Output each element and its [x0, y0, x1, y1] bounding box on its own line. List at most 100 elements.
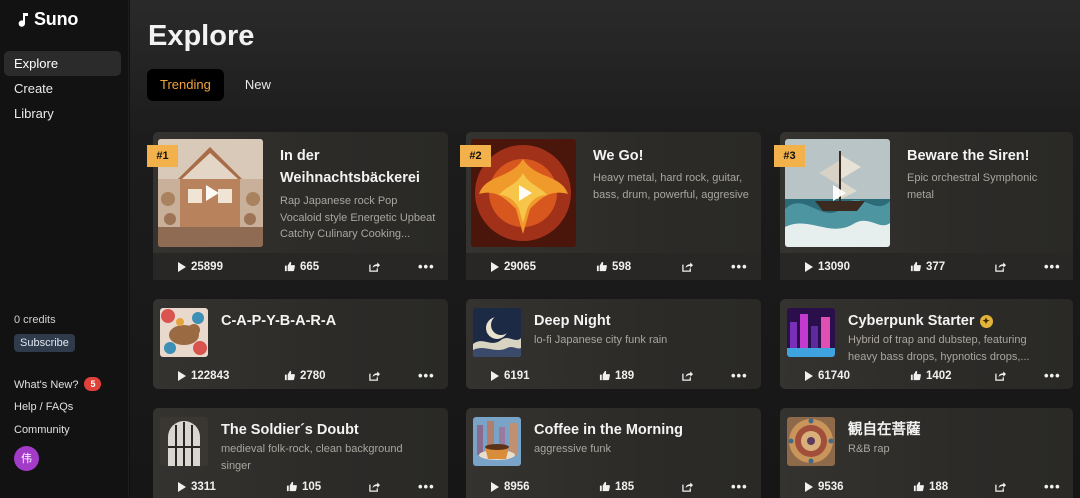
song-stats: 25899 665 ••• — [153, 253, 448, 280]
song-stats: 3311 105 ••• — [153, 474, 448, 498]
sidebar-item-create[interactable]: Create — [4, 76, 121, 101]
play-icon — [178, 481, 186, 492]
song-stats: 29065 598 ••• — [466, 253, 761, 280]
more-options-button[interactable]: ••• — [1044, 479, 1061, 494]
whats-new-link[interactable]: What's New? 5 — [14, 377, 102, 391]
song-thumb-4[interactable] — [160, 308, 208, 357]
song-title[interactable]: The Soldier´s Doubt — [221, 419, 359, 441]
like-count[interactable]: 105 — [286, 481, 321, 493]
share-button[interactable] — [995, 261, 1006, 272]
more-options-button[interactable]: ••• — [418, 368, 435, 383]
song-title[interactable]: Beware the Siren! — [907, 145, 1030, 167]
song-desc: Epic orchestral Symphonic metal — [907, 172, 1038, 201]
song-card-9[interactable]: 観自在菩薩 R&B rap 9536 188 ••• — [780, 408, 1073, 498]
like-count[interactable]: 2780 — [284, 370, 326, 382]
play-count[interactable]: 13090 — [805, 261, 850, 273]
help-faqs-link[interactable]: Help / FAQs — [14, 401, 73, 413]
play-count[interactable]: 122843 — [178, 370, 229, 382]
sidebar-item-explore[interactable]: Explore — [4, 51, 121, 76]
more-options-button[interactable]: ••• — [418, 259, 435, 274]
play-count[interactable]: 61740 — [805, 370, 850, 382]
share-button[interactable] — [369, 481, 380, 492]
song-desc: medieval folk-rock, clean background sing… — [221, 443, 403, 472]
like-count[interactable]: 598 — [596, 261, 631, 273]
community-link[interactable]: Community — [14, 424, 70, 436]
like-count[interactable]: 189 — [599, 370, 634, 382]
play-icon — [178, 261, 186, 272]
song-title[interactable]: In der Weihnachtsbäckerei — [280, 145, 420, 189]
play-icon[interactable] — [205, 185, 219, 201]
song-card-6[interactable]: Cyberpunk Starter ✦ Hybrid of trap and du… — [780, 299, 1073, 389]
like-count[interactable]: 665 — [284, 261, 319, 273]
song-card-4[interactable]: C-A-P-Y-B-A-R-A 122843 2780 ••• — [153, 299, 448, 389]
play-count[interactable]: 29065 — [491, 261, 536, 273]
sidebar-item-library[interactable]: Library — [4, 101, 121, 126]
window-art-icon — [160, 417, 208, 466]
song-thumb-8[interactable] — [473, 417, 521, 466]
song-desc: R&B rap — [848, 443, 890, 455]
tab-new[interactable]: New — [232, 69, 284, 101]
more-options-button[interactable]: ••• — [418, 479, 435, 494]
play-icon[interactable] — [518, 185, 532, 201]
like-count[interactable]: 185 — [599, 481, 634, 493]
thumbs-up-icon — [596, 261, 607, 272]
whats-new-badge: 5 — [84, 377, 102, 391]
song-thumb-6[interactable] — [787, 308, 835, 357]
play-count[interactable]: 25899 — [178, 261, 223, 273]
song-title[interactable]: Cyberpunk Starter ✦ — [848, 310, 993, 332]
suno-logo[interactable]: Suno — [14, 9, 78, 30]
play-count[interactable]: 6191 — [491, 370, 530, 382]
tab-bar: Trending New — [147, 69, 284, 101]
mandala-art-icon — [787, 417, 835, 466]
song-card-7[interactable]: The Soldier´s Doubt medieval folk-rock, … — [153, 408, 448, 498]
more-options-button[interactable]: ••• — [731, 368, 748, 383]
like-count[interactable]: 377 — [910, 261, 945, 273]
thumbs-up-icon — [913, 481, 924, 492]
share-button[interactable] — [995, 481, 1006, 492]
share-icon — [995, 261, 1006, 272]
play-icon — [805, 481, 813, 492]
song-title[interactable]: C-A-P-Y-B-A-R-A — [221, 310, 336, 332]
subscribe-button[interactable]: Subscribe — [14, 334, 75, 352]
share-button[interactable] — [369, 261, 380, 272]
song-card-5[interactable]: Deep Night lo-fi Japanese city funk rain… — [466, 299, 761, 389]
thumbs-up-icon — [284, 370, 295, 381]
rank-badge: #3 — [774, 145, 805, 167]
thumbs-up-icon — [910, 370, 921, 381]
more-options-button[interactable]: ••• — [1044, 259, 1061, 274]
tab-trending[interactable]: Trending — [147, 69, 224, 101]
like-count[interactable]: 188 — [913, 481, 948, 493]
song-thumb-9[interactable] — [787, 417, 835, 466]
song-title[interactable]: Coffee in the Morning — [534, 419, 683, 441]
share-button[interactable] — [682, 370, 693, 381]
song-card-3[interactable]: #3 Beware the Siren! Epic orchestral Sym… — [774, 132, 1073, 280]
share-icon — [995, 481, 1006, 492]
song-title[interactable]: 観自在菩薩 — [848, 419, 921, 441]
play-count[interactable]: 9536 — [805, 481, 844, 493]
thumbs-up-icon — [284, 261, 295, 272]
song-title[interactable]: Deep Night — [534, 310, 611, 332]
play-icon[interactable] — [832, 185, 846, 201]
moon-art-icon — [473, 308, 521, 357]
song-thumb-7[interactable] — [160, 417, 208, 466]
share-button[interactable] — [995, 370, 1006, 381]
play-count[interactable]: 8956 — [491, 481, 530, 493]
share-button[interactable] — [682, 481, 693, 492]
song-card-8[interactable]: Coffee in the Morning aggressive funk 89… — [466, 408, 761, 498]
song-thumb-5[interactable] — [473, 308, 521, 357]
avatar[interactable]: 伟 — [14, 446, 39, 471]
song-card-1[interactable]: #1 In der Weihnachtsbäckerei Rap Japanese… — [147, 132, 448, 280]
more-options-button[interactable]: ••• — [731, 259, 748, 274]
like-count[interactable]: 1402 — [910, 370, 952, 382]
more-options-button[interactable]: ••• — [1044, 368, 1061, 383]
app-name: Suno — [34, 9, 79, 29]
share-button[interactable] — [682, 261, 693, 272]
song-stats: 122843 2780 ••• — [153, 362, 448, 389]
song-title[interactable]: We Go! — [593, 145, 643, 167]
share-button[interactable] — [369, 370, 380, 381]
song-card-2[interactable]: #2 We Go! Heavy metal, hard rock, guitar… — [460, 132, 761, 280]
more-options-button[interactable]: ••• — [731, 479, 748, 494]
cyberpunk-art-icon — [787, 308, 835, 357]
song-stats: 8956 185 ••• — [466, 474, 761, 498]
play-count[interactable]: 3311 — [178, 481, 216, 493]
